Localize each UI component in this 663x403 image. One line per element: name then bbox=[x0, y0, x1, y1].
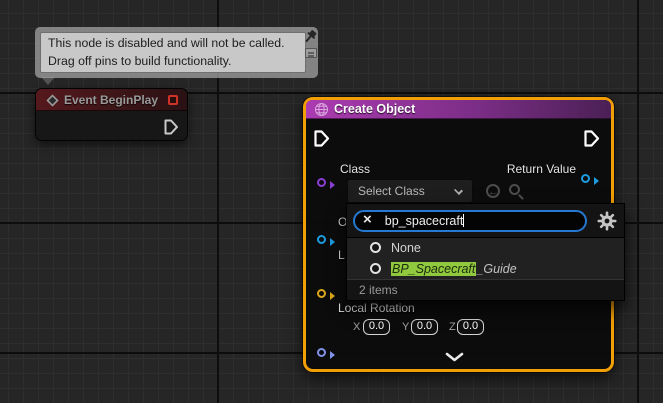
event-node-title: Event BeginPlay bbox=[64, 93, 158, 107]
select-class-label: Select Class bbox=[358, 184, 425, 198]
class-option-label: None bbox=[391, 241, 421, 255]
pin-tooltip-icon[interactable] bbox=[303, 29, 317, 46]
rotation-x-field[interactable]: 0.0 bbox=[363, 319, 390, 335]
axis-x-label: X bbox=[353, 321, 360, 333]
search-input-value: bp_spacecraft bbox=[378, 214, 465, 228]
tooltip-text: This node is disabled and will not be ca… bbox=[40, 32, 306, 73]
local-rotation-label: Local Rotation bbox=[338, 301, 415, 315]
expand-advanced-pins-button[interactable] bbox=[444, 349, 465, 367]
node-tooltip: This node is disabled and will not be ca… bbox=[35, 27, 318, 78]
class-pin[interactable] bbox=[317, 178, 326, 187]
class-option-bp-spacecraft-guide[interactable]: BP_Spacecraft_Guide bbox=[347, 259, 624, 280]
return-value-pin[interactable] bbox=[581, 174, 590, 183]
back-arrow-icon: ← bbox=[488, 186, 499, 198]
vector-pin[interactable] bbox=[317, 289, 326, 298]
event-beginplay-node[interactable]: Event BeginPlay bbox=[35, 88, 188, 141]
browse-asset-icon[interactable] bbox=[509, 184, 520, 195]
event-diamond-icon bbox=[46, 94, 59, 112]
sphere-icon bbox=[314, 102, 329, 122]
search-match-suffix: _Guide bbox=[476, 262, 516, 276]
class-circle-icon bbox=[370, 242, 381, 253]
use-selected-asset-button[interactable]: ← bbox=[486, 184, 500, 198]
class-option-label: BP_Spacecraft_Guide bbox=[391, 262, 517, 276]
class-results-list: None BP_Spacecraft_Guide bbox=[347, 237, 624, 280]
tooltip-line-1: This node is disabled and will not be ca… bbox=[48, 35, 298, 53]
exec-output-pin[interactable] bbox=[163, 118, 179, 141]
rotation-z-field[interactable]: 0.0 bbox=[457, 319, 484, 335]
exec-output-pin[interactable] bbox=[583, 129, 600, 153]
axis-z-label: Z bbox=[449, 321, 456, 333]
axis-y-label: Y bbox=[402, 321, 409, 333]
local-rotation-pin[interactable] bbox=[317, 348, 326, 357]
text-caret bbox=[463, 214, 464, 227]
blueprint-graph-canvas[interactable]: { "tooltip": { "line1": "This node is di… bbox=[0, 0, 663, 403]
class-pin-label: Class bbox=[340, 162, 370, 176]
delegate-pin[interactable] bbox=[168, 95, 178, 105]
select-class-dropdown[interactable]: Select Class bbox=[347, 179, 473, 203]
tooltip-expand-icon bbox=[305, 48, 317, 58]
return-value-label: Return Value bbox=[476, 162, 576, 176]
results-count: 2 items bbox=[359, 283, 398, 297]
event-node-header[interactable]: Event BeginPlay bbox=[36, 89, 187, 111]
chevron-down-icon bbox=[454, 186, 463, 195]
rotation-y-field[interactable]: 0.0 bbox=[411, 319, 438, 335]
create-node-title: Create Object bbox=[334, 102, 415, 116]
class-picker-panel: × bp_spacecraft None BP_Spacec bbox=[346, 203, 625, 301]
tooltip-line-2: Drag off pins to build functionality. bbox=[48, 53, 298, 71]
outer-pin[interactable] bbox=[317, 235, 326, 244]
class-search-input[interactable]: × bp_spacecraft bbox=[353, 210, 587, 232]
vector-pin-label: L bbox=[338, 248, 345, 262]
search-match-highlight: BP_Spacecraft bbox=[391, 262, 476, 276]
create-node-header[interactable]: Create Object bbox=[306, 100, 611, 119]
gear-icon[interactable] bbox=[597, 211, 617, 236]
class-option-none[interactable]: None bbox=[347, 238, 624, 259]
tooltip-pointer bbox=[41, 77, 55, 85]
class-circle-icon bbox=[370, 263, 381, 274]
exec-input-pin[interactable] bbox=[313, 129, 330, 153]
clear-search-icon[interactable]: × bbox=[355, 212, 378, 230]
